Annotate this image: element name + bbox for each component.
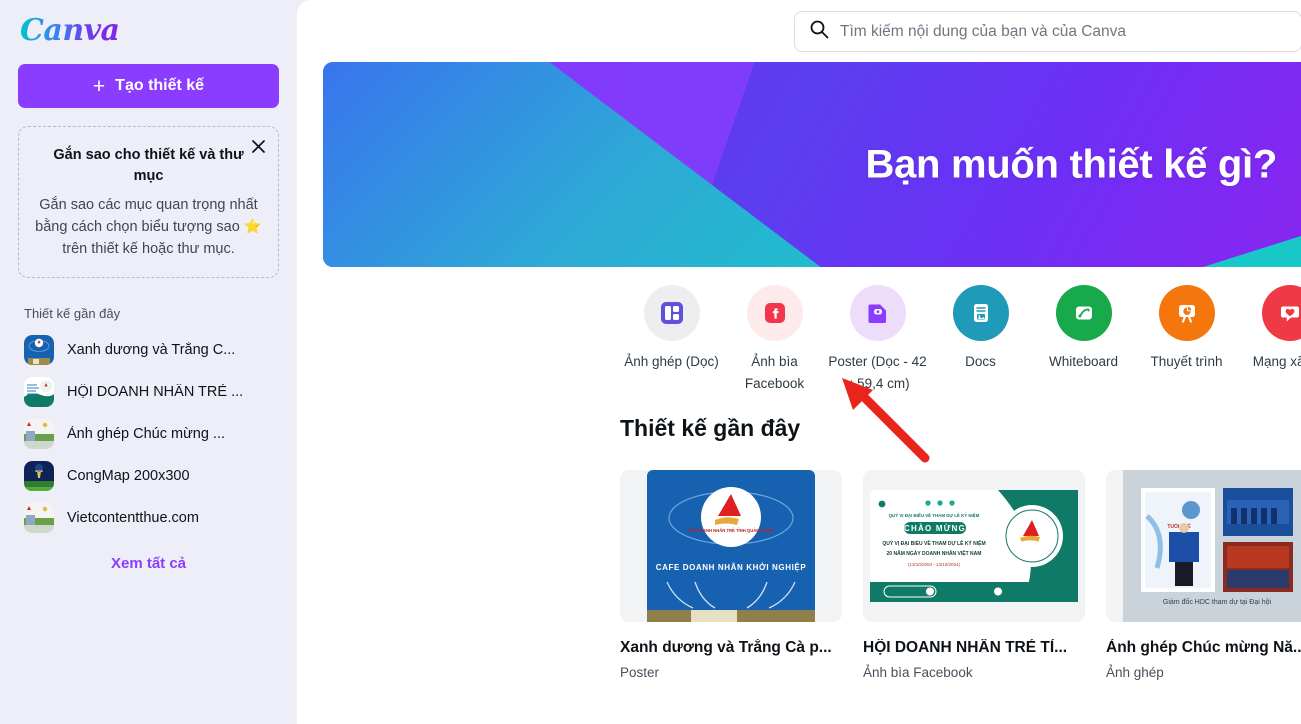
list-item-label: Xanh dương và Trắng C... (67, 342, 236, 358)
search-box[interactable] (794, 11, 1301, 52)
banner-title: Bạn muốn thiết kế gì? (865, 142, 1278, 186)
design-thumbnail (24, 503, 54, 533)
recent-designs-list: Xanh dương và Trắng C... HỘI DOANH NHÂN … (18, 329, 279, 539)
design-thumbnail (24, 419, 54, 449)
design-card[interactable]: TUỔI TRẺ Giám đốc HDC tham dự tại Đại hộ… (1106, 470, 1301, 684)
list-item-label: CongMap 200x300 (67, 468, 190, 484)
svg-text:QUÝ VỊ ĐẠI BIỂU VỀ THAM DỰ LỄ: QUÝ VỊ ĐẠI BIỂU VỀ THAM DỰ LỄ KỶ NIỆM (889, 513, 980, 518)
whiteboard-icon (1055, 285, 1112, 341)
design-card-subtitle: Poster (620, 665, 842, 680)
create-design-label: Tạo thiết kế (115, 77, 205, 94)
close-icon[interactable] (247, 137, 269, 159)
category-label: Whiteboard (1048, 354, 1119, 369)
list-item[interactable]: Vietcontentthue.com (18, 497, 279, 539)
list-item[interactable]: Ảnh ghép Chúc mừng ... (18, 413, 279, 455)
banner-corner-teal (1203, 229, 1301, 267)
poster-icon (849, 285, 906, 341)
category-shortcuts: Ảnh ghép (Dọc) Ảnh bìa Facebook Poster (… (620, 285, 1301, 394)
search-input[interactable] (840, 22, 1301, 41)
design-card-thumbnail: QUÝ VỊ ĐẠI BIỂU VỀ THAM DỰ LỄ KỶ NIỆM CH… (863, 470, 1085, 622)
see-all-link[interactable]: Xem tất cả (18, 555, 279, 572)
list-item-label: HỘI DOANH NHÂN TRẺ ... (67, 384, 244, 400)
design-card-title: Ảnh ghép Chúc mừng Nă... (1106, 639, 1301, 656)
create-design-button[interactable]: + Tạo thiết kế (18, 64, 279, 108)
svg-text:QUÝ VỊ ĐẠI BIỂU VỀ THAM DỰ LỄ: QUÝ VỊ ĐẠI BIỂU VỀ THAM DỰ LỄ KỶ NIỆM (882, 539, 985, 547)
design-thumbnail (24, 461, 54, 491)
sidebar: Canva + Tạo thiết kế Gắn sao cho thiết k… (0, 0, 297, 724)
plus-icon: + (92, 74, 106, 98)
category-label: Thuyết trình (1150, 354, 1223, 369)
design-card-subtitle-text: Ảnh bìa Facebook (863, 665, 973, 680)
star-tip-card: Gắn sao cho thiết kế và thư mục Gắn sao … (18, 126, 279, 278)
recent-designs-label: Thiết kế gần đây (24, 306, 121, 321)
design-card-thumbnail: HỘI DOANH NHÂN TRẺ TỈNH QUẢNG BÌNH CAFE … (620, 470, 842, 622)
canva-logo-text: Canva (20, 12, 120, 48)
design-thumbnail (24, 377, 54, 407)
design-card-subtitle-text: Ảnh ghép (1106, 665, 1164, 680)
design-card-subtitle: Ảnh bìa Facebook (863, 665, 1085, 680)
facebook-icon (746, 285, 803, 341)
category-whiteboard[interactable]: Whiteboard (1032, 285, 1135, 394)
category-poster[interactable]: Poster (Dọc - 42 × 59,4 cm) (826, 285, 929, 394)
design-card-thumbnail: TUỔI TRẺ Giám đốc HDC tham dự tại Đại hộ… (1106, 470, 1301, 622)
svg-text:Giám đốc HDC tham dự tại Đại h: Giám đốc HDC tham dự tại Đại hội (1163, 597, 1272, 606)
category-anh-bia-facebook[interactable]: Ảnh bìa Facebook (723, 285, 826, 394)
svg-text:CAFE DOANH NHÂN KHỞI NGHIỆP: CAFE DOANH NHÂN KHỞI NGHIỆP (656, 563, 807, 572)
list-item[interactable]: HỘI DOANH NHÂN TRẺ ... (18, 371, 279, 413)
svg-text:20 NĂM NGÀY DOANH NHÂN VIỆT NA: 20 NĂM NGÀY DOANH NHÂN VIỆT NAM (887, 549, 982, 557)
list-item[interactable]: Xanh dương và Trắng C... (18, 329, 279, 371)
star-tip-body: Gắn sao các mục quan trọng nhất bằng các… (35, 197, 262, 257)
svg-text:CHÀO MỪNG: CHÀO MỪNG (904, 524, 966, 533)
list-item[interactable]: CongMap 200x300 (18, 455, 279, 497)
category-anh-ghep-doc[interactable]: Ảnh ghép (Dọc) (620, 285, 723, 394)
social-icon (1261, 285, 1301, 341)
category-label: Mạng xã hội (1252, 354, 1301, 369)
main-content: Bạn muốn thiết kế gì? Ảnh ghép (Dọc) (297, 0, 1301, 724)
docs-icon (952, 285, 1009, 341)
category-mang-xa-hoi[interactable]: Mạng xã hội (1238, 285, 1301, 394)
hero-banner[interactable]: Bạn muốn thiết kế gì? (323, 62, 1301, 267)
design-card-subtitle: Ảnh ghép (1106, 665, 1301, 680)
design-card-title: HỘI DOANH NHÂN TRẺ TỈ... (863, 639, 1068, 656)
list-item-label: Ảnh ghép Chúc mừng ... (67, 426, 226, 442)
design-thumbnail (24, 335, 54, 365)
svg-text:(13/10/2004 - 13/10/2024): (13/10/2004 - 13/10/2024) (908, 562, 961, 567)
design-card[interactable]: HỘI DOANH NHÂN TRẺ TỈNH QUẢNG BÌNH CAFE … (620, 470, 842, 684)
category-thuyet-trinh[interactable]: Thuyết trình (1135, 285, 1238, 394)
category-label: Poster (Dọc - 42 × 59,4 cm) (828, 354, 927, 391)
category-label: Ảnh bìa Facebook (744, 354, 805, 391)
category-label: Ảnh ghép (Dọc) (624, 354, 719, 369)
search-icon (809, 19, 829, 44)
list-item-label: Vietcontentthue.com (67, 510, 199, 526)
category-label: Docs (965, 354, 996, 369)
page-title: Thiết kế gần đây (620, 415, 801, 441)
canva-home-page: Canva + Tạo thiết kế Gắn sao cho thiết k… (0, 0, 1301, 724)
design-card[interactable]: QUÝ VỊ ĐẠI BIỂU VỀ THAM DỰ LỄ KỶ NIỆM CH… (863, 470, 1085, 684)
category-docs[interactable]: Docs (929, 285, 1032, 394)
canva-logo[interactable]: Canva (18, 0, 279, 60)
star-tip-title: Gắn sao cho thiết kế và thư mục (53, 147, 244, 184)
design-card-title: Xanh dương và Trắng Cà p... (620, 639, 832, 656)
design-card-subtitle-text: Poster (620, 665, 660, 680)
presentation-icon (1158, 285, 1215, 341)
svg-text:HỘI DOANH NHÂN TRẺ TỈNH QUẢNG: HỘI DOANH NHÂN TRẺ TỈNH QUẢNG BÌNH (688, 528, 774, 533)
recent-designs-grid: HỘI DOANH NHÂN TRẺ TỈNH QUẢNG BÌNH CAFE … (620, 470, 1301, 684)
search-bar (794, 11, 1301, 52)
collage-icon (643, 285, 700, 341)
